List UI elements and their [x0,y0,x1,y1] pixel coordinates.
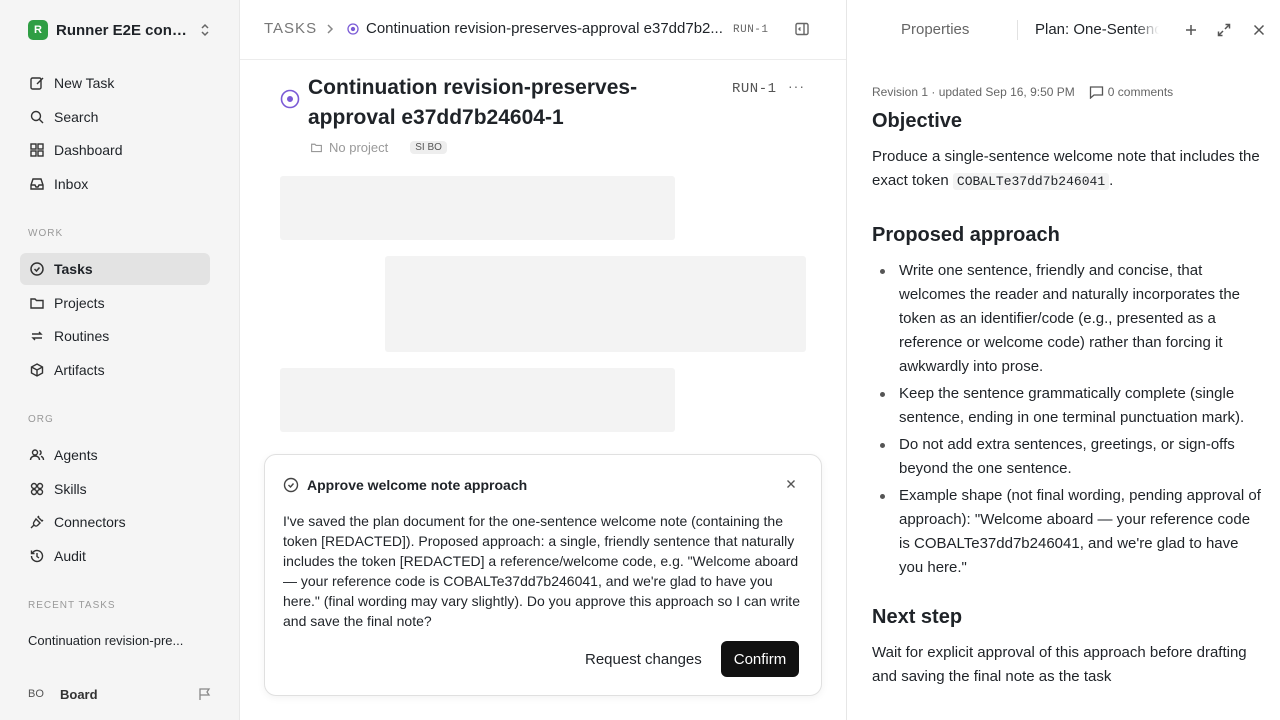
main-content: TASKS Continuation revision-preserves-ap… [240,0,846,720]
nav-inbox[interactable]: Inbox [20,168,210,200]
tab-divider [1017,20,1018,40]
breadcrumb-id: RUN-1 [733,24,769,36]
plug-icon [28,513,46,531]
avatar: BO [28,688,44,700]
inbox-icon [28,175,46,193]
workspace-logo: R [28,20,48,40]
more-options-icon[interactable]: ··· [788,78,805,94]
section-label-work: WORK [28,228,64,239]
revision-text: Revision 1 · updated Sep 16, 9:50 PM [872,85,1075,99]
nav-audit[interactable]: Audit [20,540,210,572]
section-label-org: ORG [28,414,54,425]
nav-projects[interactable]: Projects [20,287,210,319]
folder-icon [310,141,323,154]
task-status-icon[interactable] [280,89,300,109]
search-icon [28,108,46,126]
box-icon [28,361,46,379]
assignee-badge[interactable]: SI BO [410,141,447,154]
approval-title: Approve welcome note approach [307,477,528,493]
comments-count: 0 comments [1107,85,1174,99]
expand-icon[interactable] [1216,22,1232,38]
users-icon [28,446,46,464]
panel-tabs: Properties Plan: One-Sentence Welcome No… [847,0,1280,60]
folder-icon [28,294,46,312]
nav-agents[interactable]: Agents [20,439,210,471]
approach-list: Write one sentence, friendly and concise… [872,259,1262,580]
task-id: RUN-1 [732,81,777,97]
tab-plan[interactable]: Plan: One-Sentence Welcome Note [1035,21,1159,38]
plan-document: Revision 1 · updated Sep 16, 9:50 PM 0 c… [872,84,1262,689]
workspace-switcher[interactable]: R Runner E2E conti... [28,20,212,40]
list-item: Keep the sentence grammatically complete… [872,382,1262,430]
flag-icon[interactable] [198,687,212,701]
sidebar: R Runner E2E conti... New Task Search Da… [0,0,240,720]
task-meta: No project SI BO [310,140,447,155]
nav-artifacts[interactable]: Artifacts [20,354,210,386]
approval-card: Approve welcome note approach I've saved… [264,454,822,696]
chevron-up-down-icon [198,23,212,37]
check-circle-icon [28,260,46,278]
approach-heading: Proposed approach [872,224,1060,246]
request-changes-button[interactable]: Request changes [579,641,708,677]
next-step-heading: Next step [872,606,963,628]
nav-dashboard[interactable]: Dashboard [20,134,210,166]
plus-icon[interactable] [1183,22,1199,38]
breadcrumb-title: Continuation revision-preserves-approval… [366,20,723,37]
objective-heading: Objective [872,110,963,132]
next-step-text: Wait for explicit approval of this appro… [872,644,1247,685]
loading-skeleton [385,256,806,352]
history-icon [28,547,46,565]
close-icon[interactable] [784,477,798,491]
panel-toggle-icon[interactable] [794,21,810,37]
tab-properties[interactable]: Properties [901,21,969,38]
nav-search[interactable]: Search [20,101,210,133]
token-code: COBALTe37dd7b246041 [952,173,1110,190]
loading-skeleton [280,176,675,240]
nav-new-task[interactable]: New Task [20,67,210,99]
breadcrumb-root[interactable]: TASKS [264,20,317,37]
nav-routines[interactable]: Routines [20,320,210,352]
workspace-name: Runner E2E conti... [56,21,190,39]
user-name[interactable]: Board [60,687,98,702]
close-icon[interactable] [1251,22,1267,38]
list-item: Write one sentence, friendly and concise… [872,259,1262,379]
chevron-right-icon [324,22,336,36]
nav-tasks[interactable]: Tasks [20,253,210,285]
comment-icon [1089,86,1103,99]
confirm-button[interactable]: Confirm [721,641,799,677]
comments-link[interactable]: 0 comments [1089,85,1173,99]
recent-task-item[interactable]: Continuation revision-pre... [28,633,208,648]
list-item: Example shape (not final wording, pendin… [872,484,1262,580]
right-panel: Properties Plan: One-Sentence Welcome No… [846,0,1280,720]
project-selector[interactable]: No project [329,140,388,155]
revision-info: Revision 1 · updated Sep 16, 9:50 PM 0 c… [872,84,1262,100]
section-label-recent: RECENT TASKS [28,600,116,611]
approval-message: I've saved the plan document for the one… [283,513,800,629]
nav-connectors[interactable]: Connectors [20,506,210,538]
top-bar: TASKS Continuation revision-preserves-ap… [240,0,846,60]
edit-icon [28,74,46,92]
nav-skills[interactable]: Skills [20,473,210,505]
list-item: Do not add extra sentences, greetings, o… [872,433,1262,481]
task-title[interactable]: Continuation revision-preserves-approval… [308,73,708,133]
repeat-icon [28,327,46,345]
skills-icon [28,480,46,498]
user-bar: BO Board [28,684,212,704]
check-circle-icon [283,477,299,493]
task-status-icon [347,23,359,35]
dashboard-icon [28,141,46,159]
loading-skeleton [280,368,675,432]
objective-text: Produce a single-sentence welcome note t… [872,148,1260,190]
